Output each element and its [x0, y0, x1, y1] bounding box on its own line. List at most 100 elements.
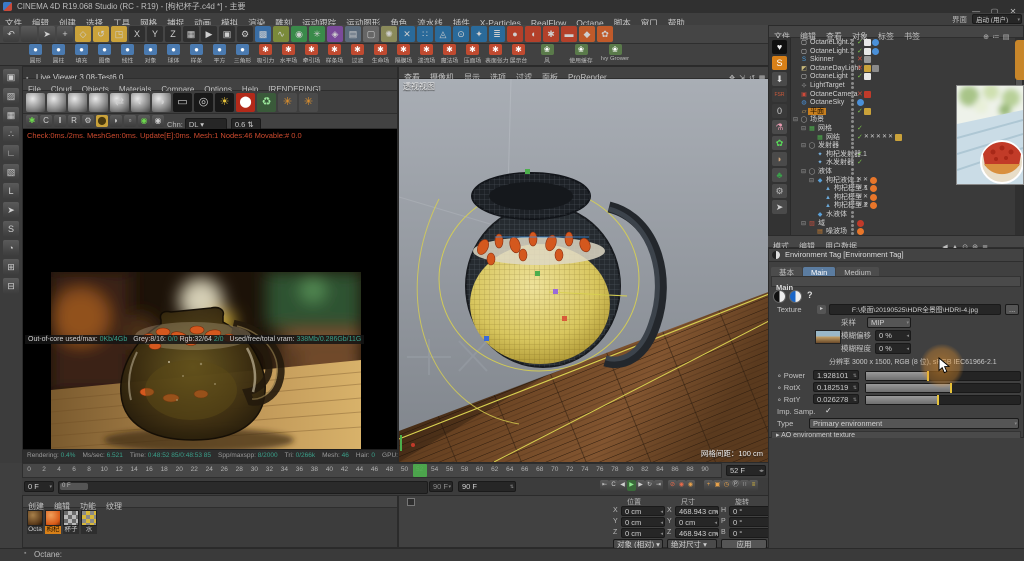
imp-samp-checkbox[interactable]: ✓	[825, 406, 832, 415]
shuffle-icon[interactable]: ⇄	[110, 93, 129, 112]
blur-offset-field[interactable]: 0 %◂	[875, 330, 911, 341]
goto-start-button[interactable]: ⇤	[600, 480, 609, 491]
picture-small-icon[interactable]: ▫	[124, 115, 136, 127]
add-mograph-icon[interactable]: ✳	[309, 26, 325, 42]
goto-end-button[interactable]: ⇥	[654, 480, 663, 491]
lock-y-axis-icon[interactable]: Y	[147, 26, 163, 42]
preview-ball-4-icon[interactable]	[89, 93, 108, 112]
add-primitive-icon[interactable]: ▩	[255, 26, 271, 42]
material-swatch-Octa[interactable]: Octa	[27, 510, 43, 534]
toolbar-item-样条场[interactable]: ✱样条场	[323, 44, 346, 65]
keyframe-button[interactable]: ◉	[686, 480, 695, 491]
import-drop-icon[interactable]: ⬇	[772, 72, 787, 86]
zero-icon[interactable]: 0	[772, 104, 787, 118]
range-slider-handle[interactable]: 0 F	[60, 483, 88, 490]
lock-x-axis-icon[interactable]: X	[129, 26, 145, 42]
add-deformer-icon[interactable]: ◈	[327, 26, 343, 42]
toolbar-item-线性[interactable]: ●线性	[116, 44, 139, 65]
coord-field-Z1[interactable]: 468.943 cm◂	[675, 528, 719, 538]
sampling-dropdown[interactable]: MIP▾	[867, 317, 911, 328]
key-position-button[interactable]: +	[704, 480, 713, 491]
move-tool-icon[interactable]: +	[57, 26, 73, 42]
region-icon[interactable]: R	[68, 115, 80, 127]
scale-tool-icon[interactable]: ◇	[75, 26, 91, 42]
coord-field-Y0[interactable]: 0 cm◂	[621, 517, 665, 527]
coord-field-X0[interactable]: 0 cm◂	[621, 506, 665, 516]
texture-thumbnail[interactable]	[815, 330, 841, 344]
toolbar-item-表面张力[interactable]: ✱表面张力	[484, 44, 507, 65]
texture-browse-button[interactable]: ...	[1005, 304, 1019, 315]
add-scene-object-icon[interactable]: ▤	[345, 26, 361, 42]
xparticles-3-icon[interactable]: ◬	[435, 26, 451, 42]
pause-icon[interactable]: ‖	[54, 115, 66, 127]
toolbar-item-三角形[interactable]: ●三角形	[231, 44, 254, 65]
toolbar-item-对象[interactable]: ●对象	[139, 44, 162, 65]
xparticles-6-icon[interactable]: ≣	[489, 26, 505, 42]
preview-ball-3-icon[interactable]	[68, 93, 87, 112]
leaf-icon[interactable]: ♣	[772, 168, 787, 182]
playhead[interactable]	[413, 464, 427, 477]
xparticles-2-icon[interactable]: ∷	[417, 26, 433, 42]
film-white-icon[interactable]: ▭	[173, 93, 192, 112]
pink-tool-icon[interactable]: ⚗	[772, 120, 787, 134]
help-icon[interactable]: ?	[807, 290, 813, 300]
param-field-RotX[interactable]: 0.182519⇅	[813, 382, 859, 392]
blur-scale-field[interactable]: 0 %◂	[875, 343, 911, 354]
realflow-6-icon[interactable]: ✿	[597, 26, 613, 42]
coord-field-Y1[interactable]: 0 cm◂	[675, 517, 719, 527]
layers-a-icon[interactable]: ⊞	[3, 259, 19, 275]
refresh-scene-icon[interactable]: ✱	[26, 115, 38, 127]
record-off-button[interactable]: ⊘	[668, 480, 677, 491]
timeline-ruler[interactable]: 0246810121416182022242628303234363840424…	[22, 463, 722, 478]
render-settings-icon[interactable]: ⚙	[237, 26, 253, 42]
material-tag-icon[interactable]	[895, 134, 902, 141]
live-viewer-titlebar[interactable]: ▪ Live Viewer 3.08-Test6.0	[23, 67, 397, 79]
start-frame-field[interactable]: 0 F▾	[24, 481, 54, 492]
object-row-噪波场[interactable]: ▤噪波场	[791, 227, 1009, 235]
half-blue-icon[interactable]: ◑	[152, 93, 171, 112]
sphere-toggle-b[interactable]	[789, 290, 802, 303]
toolbar-item-展示台[interactable]: ✱展示台	[507, 44, 530, 65]
xparticles-4-icon[interactable]: ⊙	[453, 26, 469, 42]
tag-ball-icon[interactable]	[870, 177, 877, 184]
param-field-Power[interactable]: 1.928101⇅	[813, 370, 859, 380]
workplane-mode-icon[interactable]: ▦	[3, 107, 19, 123]
toolbar-item-球体[interactable]: ●球体	[162, 44, 185, 65]
gear-icon[interactable]: ⚙	[772, 184, 787, 198]
rotate-tool-icon[interactable]: ↺	[93, 26, 109, 42]
material-tag-icon[interactable]	[864, 91, 871, 98]
preview-range-slider[interactable]: 0 F	[58, 481, 428, 494]
toolbar-item-样条[interactable]: ●样条	[185, 44, 208, 65]
coord-field-P2[interactable]: 0 °◂	[729, 517, 773, 527]
half-dark-icon[interactable]: ◐	[131, 93, 150, 112]
position-checkbox[interactable]	[407, 498, 415, 506]
coordinate-system-icon[interactable]: ▦	[183, 26, 199, 42]
snap-mode-icon[interactable]: ➤	[3, 202, 19, 218]
restart-icon[interactable]: C	[40, 115, 52, 127]
coord-field-B2[interactable]: 0 °◂	[729, 528, 773, 538]
interface-dropdown[interactable]: 启动 (用户)▾	[972, 14, 1022, 24]
particles-a-icon[interactable]: ✳	[278, 93, 297, 112]
pick-focus-icon[interactable]: ◉	[138, 115, 150, 127]
play-button[interactable]: ▶	[627, 480, 636, 491]
toolbar-item-Ivy Grower[interactable]: ❀Ivy Grower	[598, 44, 632, 62]
previous-frame-button[interactable]: ◀	[618, 480, 627, 491]
render-picture-viewer-icon[interactable]: ▣	[219, 26, 235, 42]
end-frame-small[interactable]: 90 F▾	[429, 481, 453, 492]
tag-ball-icon[interactable]	[857, 99, 864, 106]
loop-mode-button[interactable]: C	[609, 480, 618, 491]
realflow-5-icon[interactable]: ◆	[579, 26, 595, 42]
recycle-icon[interactable]: ♻	[257, 93, 276, 112]
toolbar-item-生命场[interactable]: ✱生命场	[369, 44, 392, 65]
texture-path-field[interactable]: F:\桌面\20190525\HDR全景图\HDRI-4.jpg	[829, 304, 1001, 315]
toolbar-item-水平场[interactable]: ✱水平场	[277, 44, 300, 65]
preview-ball-1-icon[interactable]	[26, 93, 45, 112]
add-camera-icon[interactable]: ▢	[363, 26, 379, 42]
coord-field-H2[interactable]: 0 °◂	[729, 506, 773, 516]
edges-mode-icon[interactable]: ∟	[3, 145, 19, 161]
preview-ball-2-icon[interactable]	[47, 93, 66, 112]
key-scale-button[interactable]: ▣	[713, 480, 722, 491]
tag-ball-icon[interactable]	[870, 194, 877, 201]
tag-ball-icon[interactable]	[870, 202, 877, 209]
paint-bucket-icon[interactable]: ◔	[3, 240, 19, 256]
